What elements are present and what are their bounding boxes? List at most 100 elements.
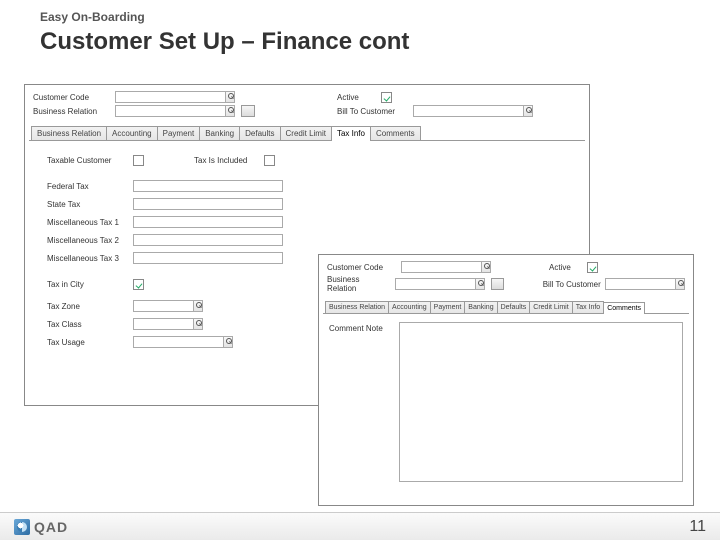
label-tax-class: Tax Class: [37, 320, 133, 329]
label-active: Active: [337, 93, 377, 102]
lookup-icon[interactable]: [675, 279, 684, 289]
tab-credit-limit[interactable]: Credit Limit: [280, 126, 332, 140]
business-relation-input[interactable]: [396, 279, 475, 289]
tabbar-comments: Business Relation Accounting Payment Ban…: [323, 301, 689, 314]
business-relation-field[interactable]: [115, 105, 235, 117]
page-number: 11: [689, 518, 706, 536]
label-active: Active: [549, 263, 583, 272]
lookup-icon[interactable]: [481, 262, 490, 272]
tab-tax-info[interactable]: Tax Info: [572, 301, 605, 313]
label-business-relation: Business Relation: [33, 107, 111, 116]
tax-zone-input[interactable]: [134, 301, 193, 311]
slide-header: Easy On-Boarding: [0, 0, 720, 26]
tab-payment[interactable]: Payment: [157, 126, 201, 140]
business-relation-goto-button[interactable]: [241, 105, 255, 117]
state-tax-input[interactable]: [134, 199, 282, 209]
customer-code-input[interactable]: [402, 262, 481, 272]
label-tax-usage: Tax Usage: [37, 338, 133, 347]
lookup-icon[interactable]: [523, 106, 532, 116]
label-customer-code: Customer Code: [327, 263, 397, 272]
label-bill-to-customer: Bill To Customer: [337, 107, 409, 116]
active-checkbox[interactable]: [381, 92, 392, 103]
lookup-icon[interactable]: [225, 92, 234, 102]
tab-comments[interactable]: Comments: [370, 126, 421, 140]
header-row-1: Customer Code Active: [25, 85, 589, 105]
misc-tax-2-input[interactable]: [134, 235, 282, 245]
misc-tax-1-field[interactable]: [133, 216, 283, 228]
lookup-icon[interactable]: [193, 301, 202, 311]
tax-class-input[interactable]: [134, 319, 193, 329]
tax-in-city-checkbox[interactable]: [133, 279, 144, 290]
tax-class-field[interactable]: [133, 318, 203, 330]
lookup-icon[interactable]: [225, 106, 234, 116]
customer-window-comments: Customer Code Active Business Relation B…: [318, 254, 694, 506]
state-tax-field[interactable]: [133, 198, 283, 210]
lookup-icon[interactable]: [193, 319, 202, 329]
misc-tax-3-input[interactable]: [134, 253, 282, 263]
slide-title: Customer Set Up – Finance cont: [0, 26, 720, 66]
bill-to-customer-field[interactable]: [413, 105, 533, 117]
customer-code-field[interactable]: [401, 261, 491, 273]
bill-to-customer-input[interactable]: [414, 106, 523, 116]
label-business-relation: Business Relation: [327, 275, 391, 293]
row-misc-tax-1: Miscellaneous Tax 1: [37, 213, 577, 231]
misc-tax-3-field[interactable]: [133, 252, 283, 264]
tab-accounting[interactable]: Accounting: [106, 126, 158, 140]
federal-tax-field[interactable]: [133, 180, 283, 192]
tax-zone-field[interactable]: [133, 300, 203, 312]
customer-code-input[interactable]: [116, 92, 225, 102]
label-comment-note: Comment Note: [329, 322, 399, 333]
header-row-1: Customer Code Active: [319, 255, 693, 275]
row-federal-tax: Federal Tax: [37, 177, 577, 195]
tab-payment[interactable]: Payment: [430, 301, 466, 313]
tab-accounting[interactable]: Accounting: [388, 301, 431, 313]
label-federal-tax: Federal Tax: [37, 182, 133, 191]
tab-business-relation[interactable]: Business Relation: [31, 126, 107, 140]
tab-tax-info[interactable]: Tax Info: [331, 126, 371, 141]
label-tax-is-included: Tax Is Included: [184, 156, 264, 165]
header-row-2: Business Relation Bill To Customer: [319, 275, 693, 295]
qad-logo: QAD: [14, 519, 68, 535]
label-state-tax: State Tax: [37, 200, 133, 209]
header-row-2: Business Relation Bill To Customer: [25, 105, 589, 119]
row-taxable-customer: Taxable Customer Tax Is Included: [37, 151, 577, 169]
tax-usage-field[interactable]: [133, 336, 233, 348]
business-relation-field[interactable]: [395, 278, 485, 290]
label-tax-zone: Tax Zone: [37, 302, 133, 311]
tab-business-relation[interactable]: Business Relation: [325, 301, 389, 313]
tab-banking[interactable]: Banking: [199, 126, 240, 140]
bill-to-customer-input[interactable]: [606, 279, 675, 289]
row-state-tax: State Tax: [37, 195, 577, 213]
label-tax-in-city: Tax in City: [37, 280, 133, 289]
tax-usage-input[interactable]: [134, 337, 223, 347]
tax-is-included-checkbox[interactable]: [264, 155, 275, 166]
tab-defaults[interactable]: Defaults: [497, 301, 531, 313]
federal-tax-input[interactable]: [134, 181, 282, 191]
lookup-icon[interactable]: [475, 279, 484, 289]
tab-credit-limit[interactable]: Credit Limit: [529, 301, 572, 313]
comments-panel: Comment Note: [319, 314, 693, 490]
active-checkbox[interactable]: [587, 262, 598, 273]
business-relation-goto-button[interactable]: [491, 278, 504, 290]
business-relation-input[interactable]: [116, 106, 225, 116]
tab-banking[interactable]: Banking: [464, 301, 497, 313]
taxable-customer-checkbox[interactable]: [133, 155, 144, 166]
customer-code-field[interactable]: [115, 91, 235, 103]
row-misc-tax-2: Miscellaneous Tax 2: [37, 231, 577, 249]
comment-note-textarea[interactable]: [399, 322, 683, 482]
slide-footer: QAD 11: [0, 512, 720, 540]
misc-tax-2-field[interactable]: [133, 234, 283, 246]
qad-logo-text: QAD: [34, 519, 68, 535]
tabbar-taxinfo: Business Relation Accounting Payment Ban…: [29, 125, 585, 141]
label-misc-tax-1: Miscellaneous Tax 1: [37, 218, 133, 227]
label-taxable-customer: Taxable Customer: [37, 156, 133, 165]
label-bill-to-customer: Bill To Customer: [543, 280, 601, 289]
misc-tax-1-input[interactable]: [134, 217, 282, 227]
bill-to-customer-field[interactable]: [605, 278, 685, 290]
lookup-icon[interactable]: [223, 337, 232, 347]
qad-logo-icon: [14, 519, 30, 535]
label-customer-code: Customer Code: [33, 93, 111, 102]
tab-defaults[interactable]: Defaults: [239, 126, 280, 140]
label-misc-tax-2: Miscellaneous Tax 2: [37, 236, 133, 245]
tab-comments[interactable]: Comments: [603, 302, 645, 314]
